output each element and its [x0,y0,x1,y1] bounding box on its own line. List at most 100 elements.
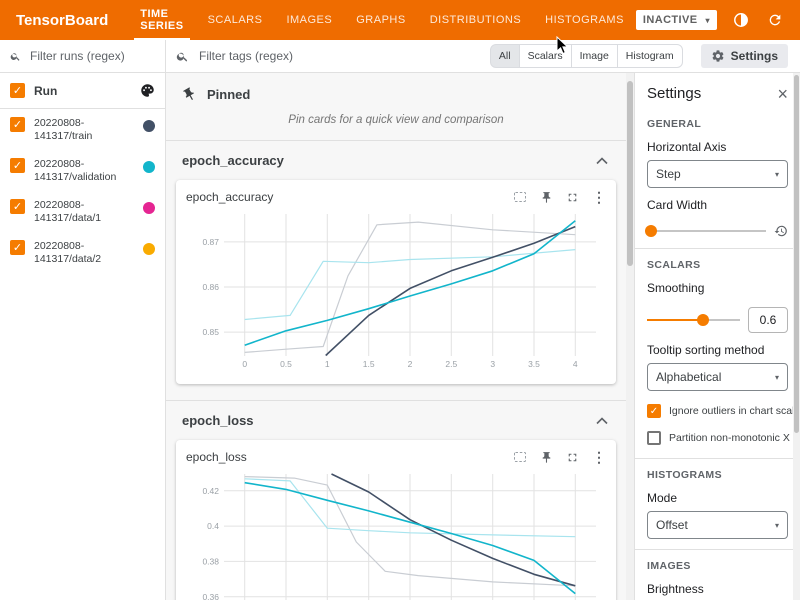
tab-graphs[interactable]: GRAPHS [344,0,417,40]
main-column: All Scalars Image Histogram Settings Pin… [166,40,800,600]
svg-text:2.5: 2.5 [445,359,457,369]
content-area: Run 20220808-141317/train 20220808-14131… [0,40,800,600]
fullscreen-icon[interactable] [566,191,579,204]
filter-chip-image[interactable]: Image [571,44,618,68]
partition-x-checkbox[interactable] [647,431,661,445]
tab-distributions[interactable]: DISTRIBUTIONS [418,0,533,40]
settings-panel-header: Settings × [647,73,788,108]
tab-images[interactable]: IMAGES [274,0,344,40]
pinned-header: Pinned [166,73,626,106]
card-width-label: Card Width [647,198,788,212]
reset-icon[interactable] [774,224,788,238]
app-header: TensorBoard TIME SERIES SCALARS IMAGES G… [0,0,800,40]
card-actions: ⋮ [513,190,606,204]
fit-to-data-icon[interactable] [513,190,527,204]
chevron-down-icon: ▾ [775,521,779,530]
filter-chip-all[interactable]: All [490,44,520,68]
card-actions: ⋮ [513,450,606,464]
theme-toggle-icon[interactable] [732,11,751,30]
run-row[interactable]: 20220808-141317/data/1 [0,191,165,232]
svg-text:1: 1 [325,359,330,369]
runs-filter-input[interactable] [28,48,155,64]
scalar-card-epoch-loss: epoch_loss ⋮ 00.511.522.533.540.360.380.… [176,440,616,600]
settings-scrollbar[interactable] [793,73,800,600]
tab-histograms[interactable]: HISTOGRAMS [533,0,636,40]
card-header: epoch_accuracy ⋮ [186,190,606,204]
run-select-all-checkbox[interactable] [10,83,25,98]
body-row: Pinned Pin cards for a quick view and co… [166,73,800,600]
palette-icon[interactable] [140,83,155,98]
search-icon [10,50,21,63]
pin-icon [179,84,199,104]
run-row[interactable]: 20220808-141317/data/2 [0,232,165,273]
scalars-heading: SCALARS [647,259,788,271]
pin-icon[interactable] [540,191,553,204]
card-title: epoch_accuracy [186,190,273,204]
run-checkbox[interactable] [10,158,25,173]
filter-chip-scalars[interactable]: Scalars [519,44,572,68]
histogram-mode-select[interactable]: Offset ▾ [647,511,788,539]
ignore-outliers-label: Ignore outliers in chart scaling [669,405,800,417]
chevron-down-icon: ▾ [775,170,779,179]
epoch-loss-chart[interactable]: 00.511.522.533.540.360.380.40.42 [186,468,606,600]
runs-filter-row [0,40,165,73]
svg-text:2: 2 [408,359,413,369]
partition-x-row[interactable]: Partition non-monotonic X axis [647,431,788,445]
horizontal-axis-select[interactable]: Step ▾ [647,160,788,188]
smoothing-slider[interactable] [647,314,740,326]
close-icon[interactable]: × [777,86,788,102]
chevron-up-icon[interactable] [596,157,608,165]
settings-button[interactable]: Settings [701,44,788,68]
tab-scalars[interactable]: SCALARS [196,0,275,40]
header-actions: INACTIVE ▾ ⚙ ? [636,0,800,40]
run-name: 20220808-141317/data/2 [34,240,129,266]
pinned-title: Pinned [207,87,250,102]
run-color-dot [143,243,155,255]
scalar-card-epoch-accuracy: epoch_accuracy ⋮ 00.511.522.533.540.850.… [176,180,616,384]
pinned-empty-hint: Pin cards for a quick view and compariso… [166,106,626,140]
tags-filter-input[interactable] [197,48,461,64]
refresh-icon[interactable] [766,11,785,30]
app-title: TensorBoard [0,0,128,40]
filter-chip-histogram[interactable]: Histogram [617,44,683,68]
svg-text:0.86: 0.86 [202,282,219,292]
run-checkbox[interactable] [10,117,25,132]
svg-text:0.38: 0.38 [202,556,219,566]
epoch-accuracy-chart[interactable]: 00.511.522.533.540.850.860.87 [186,208,606,374]
run-checkbox[interactable] [10,240,25,255]
chevron-down-icon: ▾ [775,373,779,382]
smoothing-value-input[interactable]: 0.6 [748,307,788,333]
more-options-icon[interactable]: ⋮ [592,450,606,464]
run-name: 20220808-141317/validation [34,158,129,184]
runs-column-label: Run [34,84,57,98]
svg-text:4: 4 [573,359,578,369]
chevron-up-icon[interactable] [596,417,608,425]
tag-type-filter-group: All Scalars Image Histogram [490,44,683,68]
histogram-mode-value: Offset [656,518,688,532]
tab-time-series[interactable]: TIME SERIES [128,0,195,40]
section-title: epoch_accuracy [182,153,284,168]
run-row[interactable]: 20220808-141317/train [0,109,165,150]
svg-text:0.36: 0.36 [202,592,219,600]
more-options-icon[interactable]: ⋮ [592,190,606,204]
run-checkbox[interactable] [10,199,25,214]
fullscreen-icon[interactable] [566,451,579,464]
main-scrollbar[interactable] [626,73,634,600]
run-color-dot [143,202,155,214]
ignore-outliers-checkbox[interactable] [647,404,661,418]
fit-to-data-icon[interactable] [513,450,527,464]
section-header-epoch-accuracy[interactable]: epoch_accuracy [166,140,626,178]
pin-icon[interactable] [540,451,553,464]
ignore-outliers-row[interactable]: Ignore outliers in chart scaling [647,404,788,418]
reload-status-select[interactable]: INACTIVE ▾ [636,10,717,30]
tooltip-sorting-select[interactable]: Alphabetical ▾ [647,363,788,391]
settings-scrollbar-thumb[interactable] [794,75,799,433]
run-row[interactable]: 20220808-141317/validation [0,150,165,191]
section-header-epoch-loss[interactable]: epoch_loss [166,400,626,438]
main-scrollbar-thumb[interactable] [627,81,633,266]
reload-status-value: INACTIVE [643,14,698,26]
settings-button-label: Settings [731,49,778,63]
card-width-slider[interactable] [647,225,766,237]
histogram-mode-label: Mode [647,491,788,505]
svg-text:0.5: 0.5 [280,359,292,369]
